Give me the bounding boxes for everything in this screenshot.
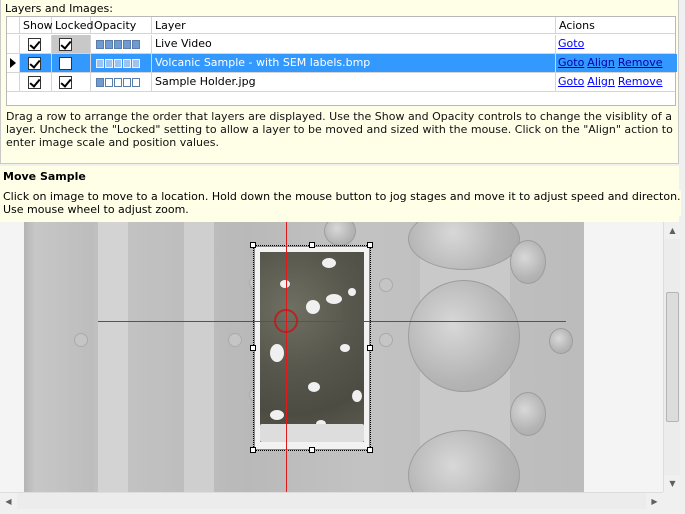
layer-row[interactable]: Live Video Goto — [7, 35, 675, 54]
column-opacity[interactable]: Opacity — [91, 17, 152, 34]
column-actions[interactable]: Acions — [556, 17, 677, 34]
holder-screw — [228, 333, 242, 347]
layers-grid: Show Locked Opacity Layer Acions Live Vi… — [6, 16, 677, 106]
opacity-control[interactable] — [96, 59, 140, 68]
resize-handle-se[interactable] — [367, 447, 373, 453]
move-sample-title: Move Sample — [3, 170, 86, 183]
show-checkbox[interactable] — [28, 57, 41, 70]
opacity-cell — [91, 54, 152, 72]
vertical-scroll-thumb[interactable] — [666, 292, 679, 422]
opacity-control[interactable] — [96, 78, 140, 87]
layer-row-selected[interactable]: Volcanic Sample - with SEM labels.bmp Go… — [7, 54, 677, 73]
locked-checkbox[interactable] — [59, 57, 72, 70]
show-checkbox[interactable] — [28, 76, 41, 89]
resize-handle-e[interactable] — [367, 345, 373, 351]
locked-checkbox[interactable] — [59, 38, 72, 51]
show-cell — [20, 73, 52, 91]
column-locked[interactable]: Locked — [52, 17, 93, 34]
align-link[interactable]: Align — [587, 75, 615, 88]
holder-hole — [510, 392, 546, 436]
locked-checkbox[interactable] — [59, 76, 72, 89]
row-header-corner — [7, 17, 20, 34]
actions-cell: Goto Align Remove — [556, 73, 677, 91]
row-header[interactable] — [7, 35, 20, 53]
layer-row[interactable]: Sample Holder.jpg Goto Align Remove — [7, 73, 675, 92]
crosshair-center-icon — [274, 309, 298, 333]
arrow-right-icon[interactable]: ▶ — [646, 493, 663, 510]
resize-handle-w[interactable] — [250, 345, 256, 351]
locked-cell — [52, 35, 91, 53]
holder-hole — [549, 328, 573, 354]
align-link[interactable]: Align — [587, 56, 615, 69]
move-sample-help-text: Click on image to move to a location. Ho… — [3, 190, 681, 216]
resize-handle-sw[interactable] — [250, 447, 256, 453]
actions-cell: Goto — [556, 35, 677, 53]
grid-header: Show Locked Opacity Layer Acions — [7, 17, 675, 34]
layers-help-text: Drag a row to arrange the order that lay… — [6, 110, 673, 149]
resize-handle-ne[interactable] — [367, 242, 373, 248]
layer-name: Sample Holder.jpg — [152, 73, 556, 91]
column-show[interactable]: Show — [20, 17, 53, 34]
holder-rail — [184, 222, 214, 492]
holder-screw — [379, 278, 393, 292]
remove-link[interactable]: Remove — [618, 75, 663, 88]
actions-cell: Goto Align Remove — [556, 54, 677, 72]
triangle-right-icon — [10, 58, 16, 68]
resize-handle-nw[interactable] — [250, 242, 256, 248]
layer-name: Live Video — [152, 35, 556, 53]
arrow-left-icon[interactable]: ◀ — [0, 493, 17, 510]
show-checkbox[interactable] — [28, 38, 41, 51]
goto-link[interactable]: Goto — [558, 37, 584, 50]
crosshair-vertical — [286, 222, 287, 492]
holder-screw — [379, 333, 393, 347]
vertical-scrollbar[interactable]: ▲ ▼ — [663, 222, 681, 492]
row-header[interactable] — [7, 54, 20, 72]
resize-handle-n[interactable] — [309, 242, 315, 248]
show-cell — [20, 35, 52, 53]
resize-handle-s[interactable] — [309, 447, 315, 453]
holder-hole — [324, 222, 356, 246]
holder-hole — [510, 240, 546, 284]
locked-cell — [52, 73, 91, 91]
goto-link[interactable]: Goto — [558, 56, 584, 69]
locked-cell — [52, 54, 91, 72]
show-cell — [20, 54, 52, 72]
holder-rail — [98, 222, 128, 492]
scrollbar-corner — [663, 492, 680, 509]
opacity-cell — [91, 35, 152, 53]
arrow-up-icon[interactable]: ▲ — [664, 222, 681, 239]
row-header[interactable] — [7, 73, 20, 91]
opacity-control[interactable] — [96, 40, 140, 49]
opacity-cell — [91, 73, 152, 91]
holder-screw — [74, 333, 88, 347]
selection-box — [253, 245, 371, 451]
crosshair-horizontal — [98, 321, 566, 322]
remove-link[interactable]: Remove — [618, 56, 663, 69]
column-layer[interactable]: Layer — [152, 17, 556, 34]
goto-link[interactable]: Goto — [558, 75, 584, 88]
horizontal-scrollbar[interactable]: ◀ ▶ — [0, 492, 663, 510]
layer-name: Volcanic Sample - with SEM labels.bmp — [152, 54, 556, 72]
layers-panel: Layers and Images: Show Locked Opacity L… — [0, 0, 679, 164]
arrow-down-icon[interactable]: ▼ — [664, 475, 681, 492]
layers-title: Layers and Images: — [5, 2, 113, 15]
holder-hole — [408, 280, 520, 392]
